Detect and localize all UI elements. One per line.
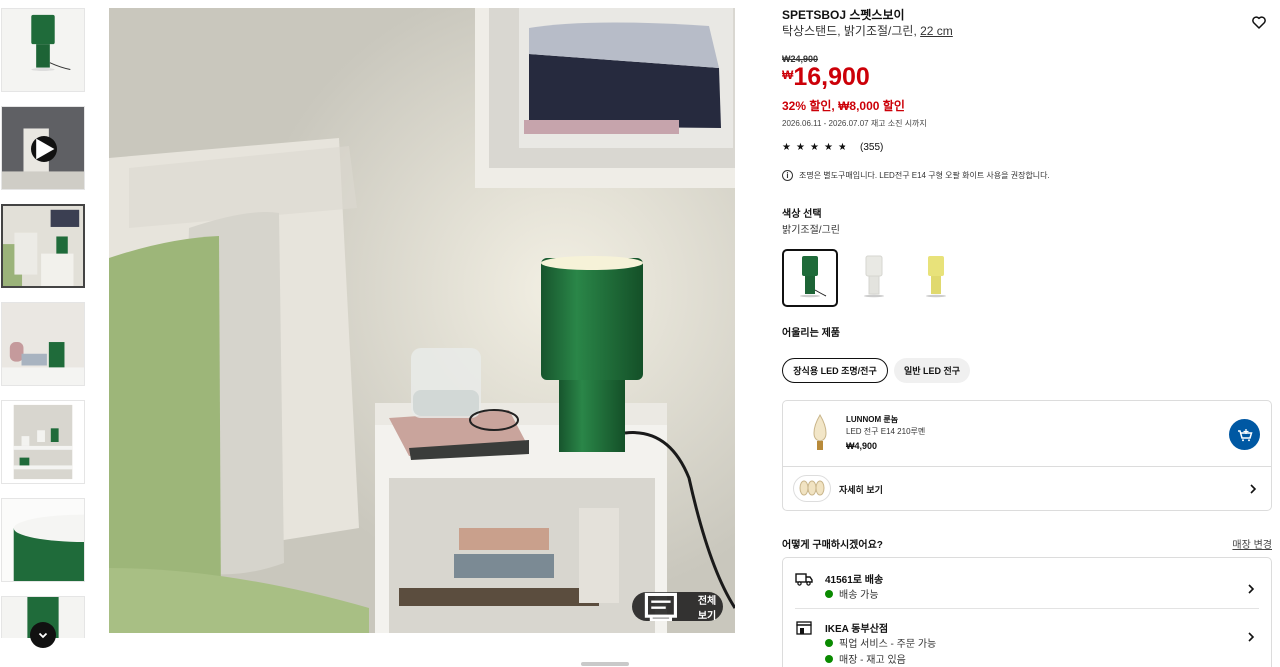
status-dot	[825, 589, 833, 598]
product-description: 탁상스탠드, 밝기조절/그린, 22 cm	[782, 23, 1272, 39]
color-option-yellow[interactable]	[908, 249, 964, 307]
pickup-status: 픽업 서비스 - 주문 가능	[825, 635, 936, 650]
related-price: ₩4,900	[846, 441, 878, 451]
thumbnail-image[interactable]	[1, 8, 85, 92]
chevron-down-icon	[38, 632, 48, 639]
price-value: 16,900	[793, 63, 870, 91]
bulbs-icon	[799, 480, 825, 495]
product-type: 탁상스탠드, 밝기조절/그린,	[782, 24, 917, 38]
notice-text: 조명은 별도구매입니다. LED전구 E14 구형 오팔 화이트 사용을 권장합…	[799, 171, 1050, 180]
star-icon: ★	[782, 142, 791, 153]
rating[interactable]: ★ ★ ★ ★ ★ (355)	[782, 142, 883, 153]
store-option[interactable]: IKEA 동부산점 픽업 서비스 - 주문 가능 매장 - 재고 있음	[783, 609, 1271, 667]
store-change-link[interactable]: 매장 변경	[1232, 536, 1272, 551]
matching-products-title: 어울리는 제품	[782, 328, 840, 339]
play-icon[interactable]	[31, 136, 57, 162]
product-size-link[interactable]: 22 cm	[920, 24, 953, 38]
delivery-status-text: 배송 가능	[839, 590, 879, 601]
stock-status: 매장 - 재고 있음	[825, 651, 906, 666]
related-product-row[interactable]: LUNNOM 룬놈 LED 전구 E14 210루멘 ₩4,900	[783, 401, 1271, 467]
thumbnail-image[interactable]	[1, 302, 85, 386]
thumbnail-image[interactable]	[1, 400, 85, 484]
related-desc: LED 전구 E14 210루멘	[846, 427, 926, 436]
thumbnail-image[interactable]	[1, 204, 85, 288]
main-product-image[interactable]: 전체 보기	[109, 8, 735, 633]
current-price: ₩ 16,900	[782, 62, 870, 92]
status-dot	[825, 638, 833, 647]
chip-decor-led[interactable]: 장식용 LED 조명/전구	[782, 358, 888, 383]
chevron-right-icon	[1250, 484, 1257, 494]
sale-period: 2026.06.11 - 2026.07.07 재고 소진 시까지	[782, 119, 927, 128]
view-all-button[interactable]: 전체 보기	[632, 592, 723, 622]
add-to-cart-button[interactable]	[1229, 419, 1260, 450]
bulb-icon	[813, 414, 827, 450]
related-product-card: LUNNOM 룬놈 LED 전구 E14 210루멘 ₩4,900 자세히 보기	[782, 400, 1272, 511]
purchase-title: 어떻게 구매하시겠어요?	[782, 540, 883, 551]
chevron-right-icon	[1248, 584, 1255, 594]
lamp-yellow-icon	[926, 256, 946, 298]
favorite-heart-icon[interactable]	[1252, 16, 1266, 29]
thumbnail-video[interactable]	[1, 106, 85, 190]
see-more-row[interactable]: 자세히 보기	[783, 467, 1271, 511]
scroll-down-button[interactable]	[30, 622, 56, 648]
status-dot	[825, 654, 833, 663]
product-info: SPETSBOJ 스펫스보이 탁상스탠드, 밝기조절/그린, 22 cm ₩24…	[782, 8, 1272, 667]
discount-text: 32% 할인, ₩8,000 할인	[782, 99, 905, 113]
chip-general-led[interactable]: 일반 LED 전구	[894, 358, 970, 383]
color-select-title: 색상 선택	[782, 209, 822, 220]
thumbnail-image[interactable]	[1, 498, 85, 582]
truck-icon	[795, 573, 813, 586]
delivery-title: 41561로 배송	[825, 575, 884, 586]
star-icon: ★	[810, 142, 819, 153]
stock-status-text: 매장 - 재고 있음	[839, 655, 906, 666]
chevron-right-icon	[1248, 632, 1255, 642]
store-icon	[796, 621, 812, 635]
delivery-status: 배송 가능	[825, 586, 879, 601]
half-star-icon: ★	[838, 142, 851, 153]
lamp-green-icon	[800, 256, 827, 298]
review-count[interactable]: (355)	[860, 142, 883, 153]
star-icon: ★	[796, 142, 805, 153]
color-option-green[interactable]	[782, 249, 838, 307]
product-name: SPETSBOJ 스펫스보이	[782, 8, 905, 22]
delivery-option[interactable]: 41561로 배송 배송 가능	[783, 558, 1271, 608]
image-pager[interactable]	[581, 662, 629, 666]
star-icon: ★	[824, 142, 833, 153]
info-icon: i	[782, 170, 793, 181]
related-name: LUNNOM 룬놈	[846, 415, 899, 424]
price-currency: ₩	[782, 68, 794, 82]
notice: i 조명은 별도구매입니다. LED전구 E14 구형 오팔 화이트 사용을 권…	[782, 170, 1050, 181]
cart-add-icon	[1237, 428, 1253, 441]
lamp-white-icon	[864, 255, 884, 298]
color-option-white[interactable]	[846, 249, 902, 307]
view-all-label: 전체 보기	[697, 595, 717, 622]
purchase-options: 41561로 배송 배송 가능 IKEA 동부산점 픽업 서비스 - 주문 가능…	[782, 557, 1272, 667]
gallery-icon	[644, 592, 677, 621]
see-more-label: 자세히 보기	[839, 485, 883, 495]
thumbnail-list	[0, 8, 86, 638]
bulbs-thumbnail	[793, 475, 831, 502]
store-title: IKEA 동부산점	[825, 624, 889, 635]
color-selected-label: 밝기조절/그린	[782, 225, 840, 236]
pickup-status-text: 픽업 서비스 - 주문 가능	[839, 639, 937, 650]
